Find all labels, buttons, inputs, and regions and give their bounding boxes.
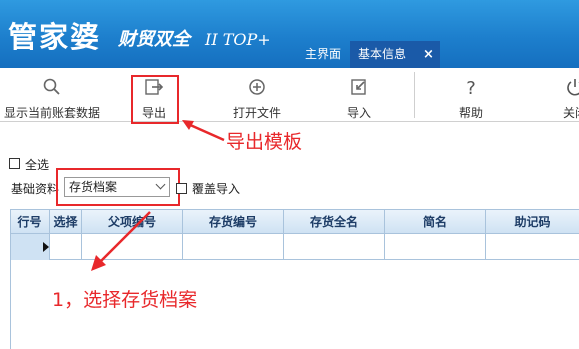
toolbar: 显示当前账套数据 导出 打开文件 导入 ? 帮助 关 <box>0 68 579 122</box>
current-row-arrow-icon <box>43 242 49 252</box>
annotation-arrow-export <box>182 120 225 142</box>
close-label: 关闭 <box>562 106 579 120</box>
help-icon: ? <box>466 78 476 97</box>
grid-left-border <box>10 209 11 349</box>
help-button[interactable]: ? 帮助 <box>448 68 494 122</box>
app-window: 管家婆 财贸双全 II TOP+ 主界面 基本信息 × 显示当前账套数据 导出 <box>0 0 579 349</box>
select-all-checkbox[interactable] <box>9 158 20 169</box>
import-label: 导入 <box>346 106 371 120</box>
column-header[interactable]: 简名 <box>385 210 486 234</box>
column-header[interactable]: 行号 <box>10 210 50 234</box>
column-header[interactable]: 助记码 <box>486 210 579 234</box>
tab-home[interactable]: 主界面 <box>298 41 350 68</box>
column-header[interactable]: 存货全名 <box>284 210 385 234</box>
close-button[interactable]: 关闭 <box>552 68 579 122</box>
select-all-label: 全选 <box>25 158 50 172</box>
annotation-select-inventory: 1，选择存货档案 <box>52 289 198 311</box>
overwrite-import-label: 覆盖导入 <box>192 182 241 196</box>
show-current-data-button[interactable]: 显示当前账套数据 <box>0 68 104 122</box>
app-header: 管家婆 财贸双全 II TOP+ 主界面 基本信息 × <box>0 0 579 68</box>
select-highlight-box <box>56 168 180 206</box>
svg-text:?: ? <box>466 78 476 97</box>
open-file-icon <box>249 79 265 95</box>
table-cell[interactable] <box>385 234 486 260</box>
annotation-export-template: 导出模板 <box>226 131 303 153</box>
import-button[interactable]: 导入 <box>336 68 382 122</box>
export-highlight-box <box>131 75 179 124</box>
column-header[interactable]: 存货编号 <box>183 210 284 234</box>
column-header[interactable]: 选择 <box>50 210 82 234</box>
power-icon <box>567 79 579 96</box>
open-file-button[interactable]: 打开文件 <box>224 68 290 122</box>
table-cell[interactable] <box>284 234 385 260</box>
tab-close-icon[interactable]: × <box>423 41 434 68</box>
table-cell[interactable] <box>486 234 579 260</box>
app-logo-version: II TOP+ <box>205 30 271 49</box>
table-cell[interactable] <box>183 234 284 260</box>
toolbar-separator <box>414 72 415 118</box>
table-cell[interactable] <box>50 234 82 260</box>
app-logo-subtitle: 财贸双全 <box>118 29 190 50</box>
open-file-label: 打开文件 <box>232 106 281 120</box>
row-indicator-cell <box>10 234 50 260</box>
import-icon <box>351 79 366 95</box>
app-logo: 管家婆 <box>8 20 102 54</box>
annotation-arrow-select <box>91 211 151 271</box>
show-current-data-label: 显示当前账套数据 <box>3 106 100 120</box>
search-icon <box>43 78 60 95</box>
overwrite-import-checkbox[interactable] <box>176 183 187 194</box>
basic-data-label: 基础资料 <box>11 182 60 196</box>
help-label: 帮助 <box>458 106 483 120</box>
